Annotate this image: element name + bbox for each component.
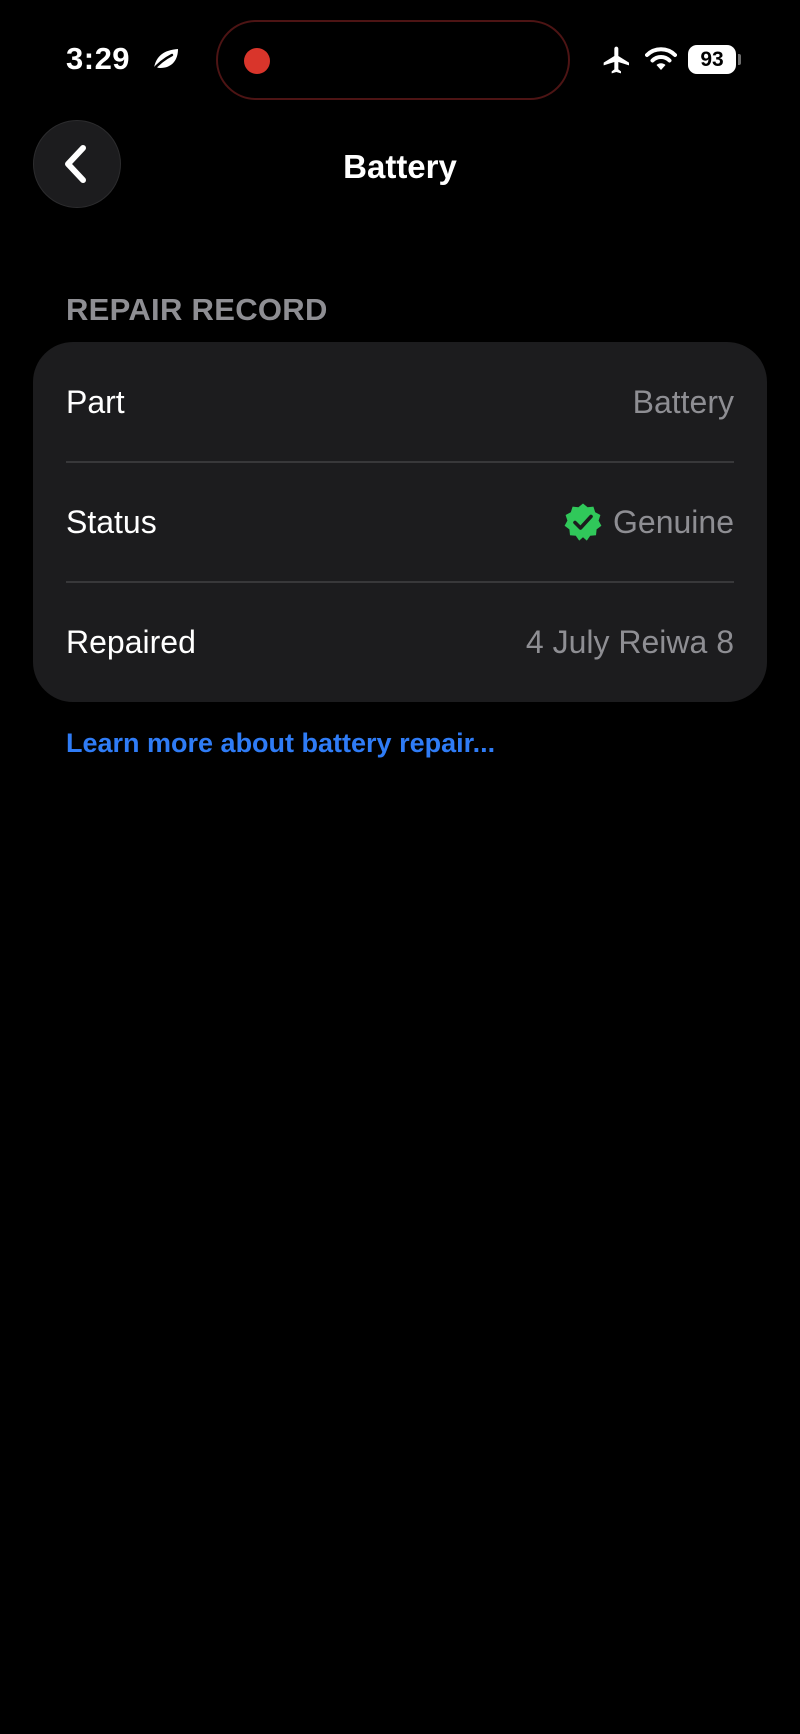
row-repaired: Repaired 4 July Reiwa 8	[66, 582, 734, 702]
row-part: Part Battery	[66, 342, 734, 462]
row-label-status: Status	[66, 504, 157, 540]
dynamic-island	[216, 20, 570, 100]
verified-badge-icon	[564, 503, 602, 541]
learn-more-link[interactable]: Learn more about battery repair...	[66, 725, 495, 761]
wifi-icon	[645, 47, 677, 70]
row-value-repaired: 4 July Reiwa 8	[525, 624, 734, 660]
row-value-part: Battery	[632, 384, 734, 420]
repair-record-card: Part Battery Status Genuine Repaired 4 J…	[33, 342, 767, 702]
page-title: Battery	[343, 148, 457, 185]
section-header-repair-record: REPAIR RECORD	[66, 292, 328, 327]
battery-icon: 93	[688, 45, 741, 74]
row-value-status-wrap: Genuine	[563, 502, 734, 542]
row-label-repaired: Repaired	[66, 624, 196, 660]
airplane-icon	[603, 46, 629, 74]
row-value-status: Genuine	[613, 504, 734, 540]
recording-indicator	[244, 48, 270, 74]
row-status: Status Genuine	[66, 462, 734, 582]
leaf-icon	[150, 49, 178, 72]
row-label-part: Part	[66, 384, 125, 420]
battery-level: 93	[688, 45, 736, 74]
status-time: 3:29	[66, 41, 131, 76]
battery-cap	[738, 54, 741, 65]
